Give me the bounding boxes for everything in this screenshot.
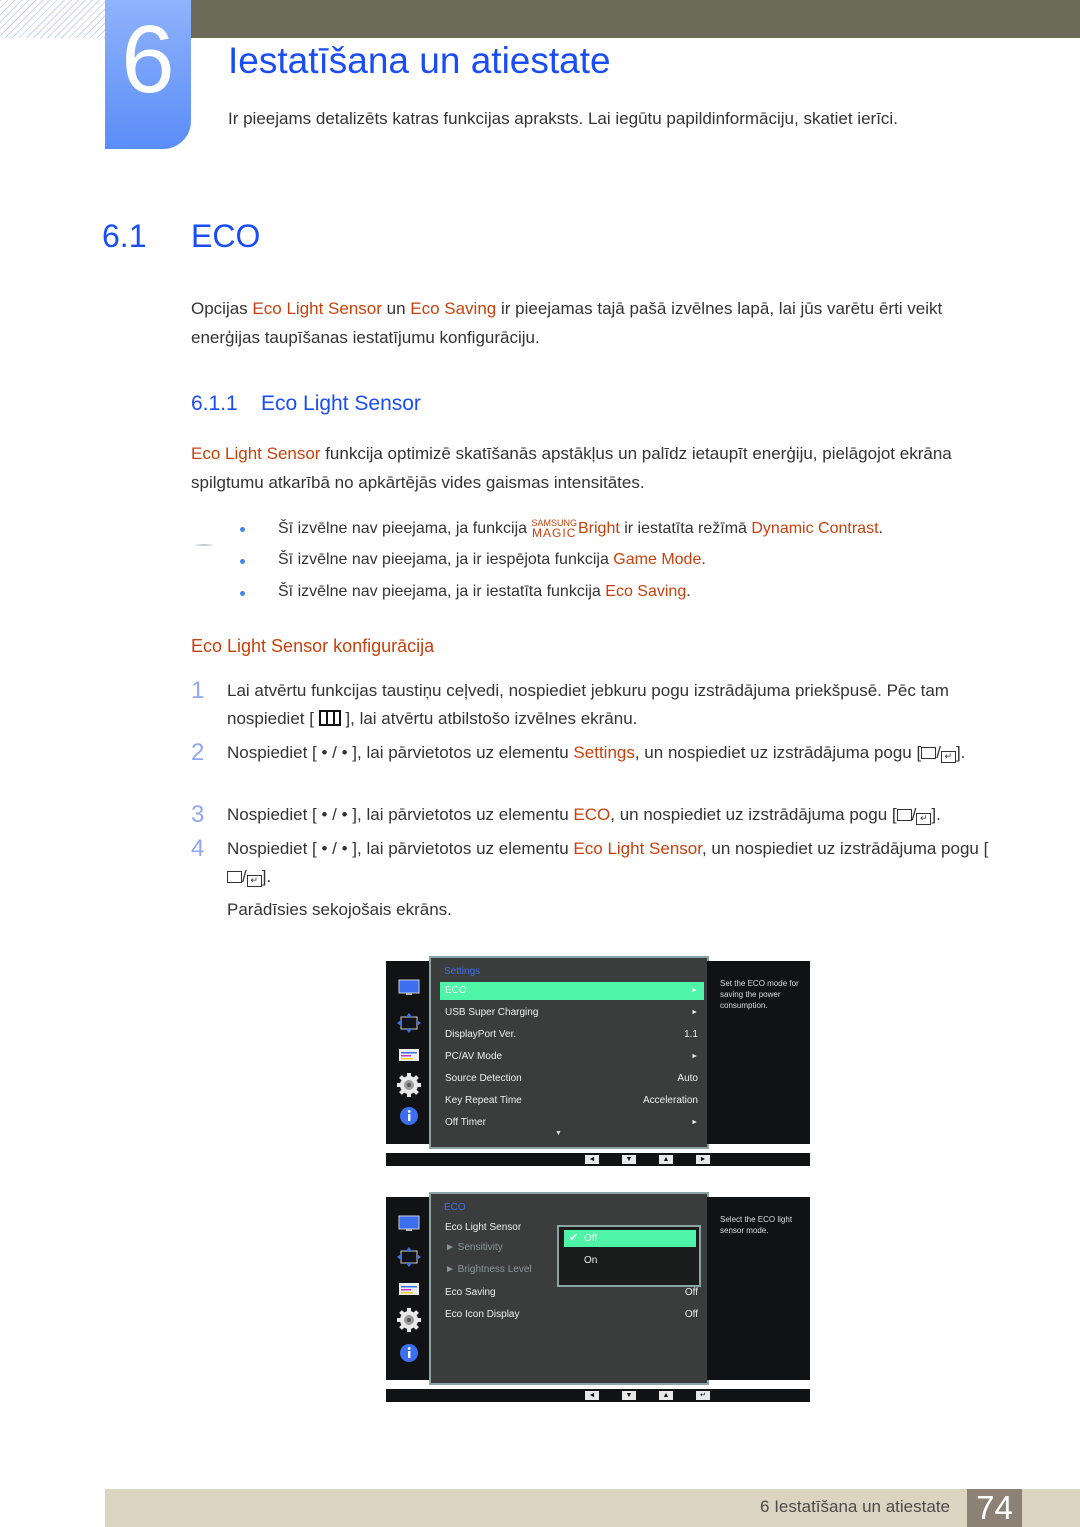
enter-key-icon: ↵: [246, 875, 262, 887]
checkmark-icon: ✔: [569, 1232, 579, 1244]
term-eco-light-sensor: Eco Light Sensor: [191, 444, 321, 463]
step-number: 2: [191, 739, 205, 766]
osd-menu-item-source-detection[interactable]: Source Detection Auto: [440, 1070, 704, 1088]
osd-menu-item-displayport-ver[interactable]: DisplayPort Ver. 1.1: [440, 1026, 704, 1044]
osd-menu-heading: Settings: [444, 966, 481, 977]
chapter-intro: Ir pieejams detalizēts katras funkcijas …: [228, 109, 898, 128]
section-title: ECO: [191, 218, 261, 254]
page-footer: 6 Iestatīšana un atiestate 74: [105, 1489, 1080, 1527]
footer-chapter-title: 6 Iestatīšana un atiestate: [760, 1497, 950, 1516]
header-hatch-decoration: [0, 0, 108, 38]
osd-menu-heading: ECO: [444, 1202, 466, 1213]
osd-menu-item-eco[interactable]: ECO ►: [440, 982, 704, 1000]
option-on[interactable]: On: [564, 1252, 696, 1269]
osd-menu-panel: ECO Eco Light Sensor ► Sensitivity ► Bri…: [429, 1192, 709, 1385]
chapter-title: Iestatīšana un atiestate: [228, 40, 611, 81]
down-button-icon[interactable]: ▼: [622, 1155, 636, 1164]
osd-menu-item-pc-av-mode[interactable]: PC/AV Mode ►: [440, 1048, 704, 1066]
enter-key-icon: ↵: [940, 751, 956, 763]
settings-gear-icon[interactable]: [397, 1071, 421, 1099]
up-button-icon[interactable]: ▲: [659, 1391, 673, 1400]
info-icon[interactable]: [397, 1106, 421, 1126]
osd-help-text: Set the ECO mode for saving the power co…: [707, 961, 810, 1144]
step-number: 4: [191, 835, 205, 862]
osd-button-bar: ◄ ▼ ▲ ↵: [386, 1389, 810, 1402]
bullet-icon: [240, 591, 245, 596]
source-key-icon: [896, 809, 912, 821]
enter-key-icon: ↵: [916, 813, 932, 825]
subsection-intro: Eco Light Sensor funkcija optimizē skatī…: [191, 444, 952, 492]
info-icon[interactable]: [397, 1343, 421, 1363]
step-number: 1: [191, 677, 205, 704]
osd-menu-item-usb-super-charging[interactable]: USB Super Charging ►: [440, 1004, 704, 1022]
right-button-icon[interactable]: ►: [696, 1155, 710, 1164]
position-icon[interactable]: [397, 1013, 421, 1033]
option-off[interactable]: ✔ Off: [564, 1230, 696, 1247]
settings-gear-icon[interactable]: [397, 1306, 421, 1334]
osd-menu-item-eco-icon-display[interactable]: Eco Icon Display Off: [440, 1306, 704, 1324]
source-key-icon: [227, 871, 242, 883]
term-eco-saving: Eco Saving: [410, 299, 497, 318]
step-3: Nospiediet [ • / • ], lai pārvietotos uz…: [227, 805, 941, 825]
subsection-title: Eco Light Sensor: [261, 392, 421, 415]
section-intro: Opcijas Eco Light Sensor un Eco Saving i…: [191, 299, 943, 347]
onscreen-display-icon[interactable]: [397, 1045, 421, 1065]
osd-sidebar: [386, 1197, 432, 1380]
step-4: Nospiediet [ • / • ], lai pārvietotos uz…: [227, 839, 989, 887]
osd-help-text: Select the ECO light sensor mode.: [707, 1197, 810, 1380]
eco-light-sensor-options: ✔ Off On: [557, 1225, 701, 1287]
position-icon[interactable]: [397, 1247, 421, 1267]
step-2: Nospiediet [ • / • ], lai pārvietotos uz…: [227, 743, 966, 763]
header-bar: [190, 0, 1080, 38]
up-button-icon[interactable]: ▲: [659, 1155, 673, 1164]
scroll-down-icon[interactable]: ▼: [555, 1130, 562, 1137]
subsection-number: 6.1.1: [191, 392, 238, 415]
samsung-magic-logo: SAMSUNG MAGIC: [531, 518, 577, 540]
section-number: 6.1: [102, 218, 147, 254]
note-icon: [193, 544, 215, 546]
term-eco-light-sensor: Eco Light Sensor: [252, 299, 382, 318]
onscreen-display-icon[interactable]: [397, 1279, 421, 1299]
menu-key-icon: [318, 710, 341, 726]
osd-button-bar: ◄ ▼ ▲ ►: [386, 1153, 810, 1166]
picture-icon[interactable]: [397, 1214, 421, 1234]
osd-menu-item-off-timer[interactable]: Off Timer ►: [440, 1114, 704, 1132]
left-button-icon[interactable]: ◄: [585, 1391, 599, 1400]
osd-menu-panel: Settings ECO ► USB Super Charging ► Displa…: [429, 956, 709, 1149]
picture-icon[interactable]: [397, 978, 421, 998]
osd-menu-item-key-repeat-time[interactable]: Key Repeat Time Acceleration: [440, 1092, 704, 1110]
osd-sidebar: [386, 961, 432, 1144]
bullet-icon: [240, 559, 245, 564]
down-button-icon[interactable]: ▼: [622, 1391, 636, 1400]
enter-button-icon[interactable]: ↵: [696, 1391, 710, 1400]
step-number: 3: [191, 801, 205, 828]
chapter-number-badge: 6: [105, 0, 191, 149]
step-1: Lai atvērtu funkcijas taustiņu ceļvedi, …: [227, 681, 949, 728]
config-heading: Eco Light Sensor konfigurācija: [191, 636, 435, 656]
bullet-icon: [240, 527, 245, 532]
source-key-icon: [921, 747, 937, 759]
left-button-icon[interactable]: ◄: [585, 1155, 599, 1164]
page-number: 74: [967, 1489, 1022, 1527]
result-text: Parādīsies sekojošais ekrāns.: [227, 900, 452, 919]
